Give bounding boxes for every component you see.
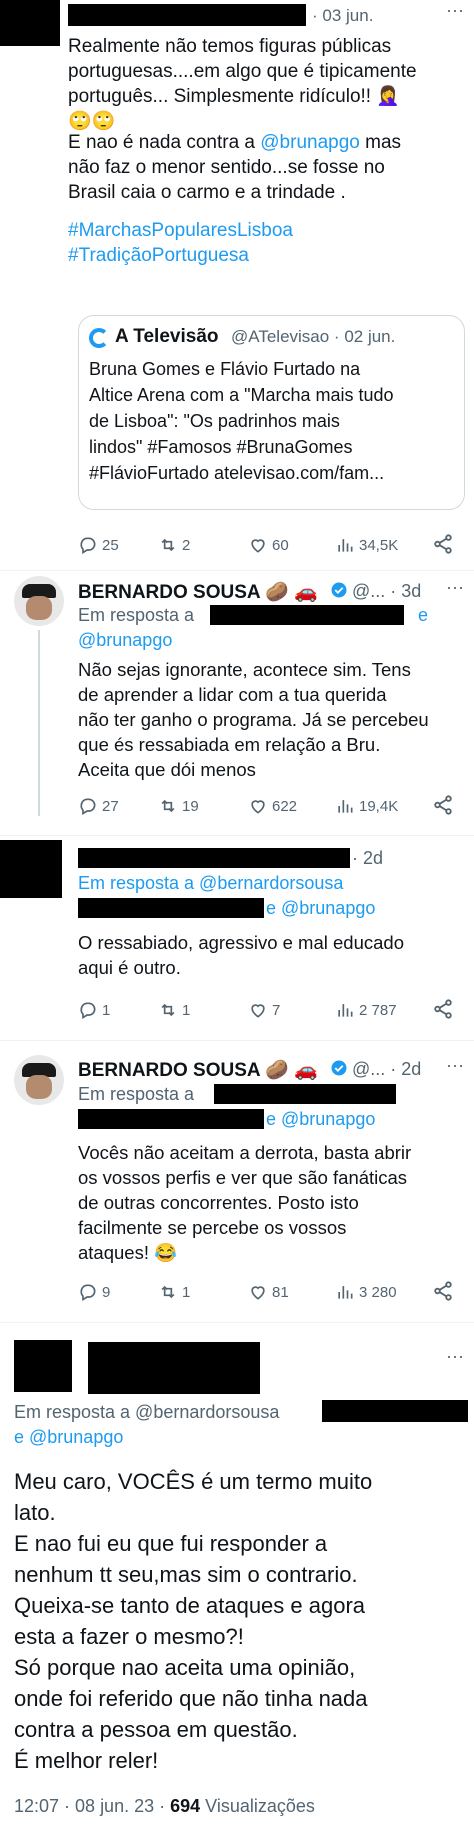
like-button[interactable]: 60 [248,531,289,559]
verified-badge-icon [331,1060,347,1076]
views-chart-icon [338,1004,353,1017]
reply-to-label: Em resposta a [78,605,195,625]
retweet-button[interactable]: 1 [158,1278,190,1306]
mention-link[interactable]: @brunapgo [78,630,172,651]
heart-icon [251,1286,265,1300]
user-handle-date: @... · 2d [352,1059,422,1079]
like-button[interactable]: 7 [248,996,280,1024]
like-button[interactable]: 81 [248,1278,289,1306]
share-icon[interactable] [432,1280,454,1302]
verified-badge-icon [331,582,347,598]
quote-text: Bruna Gomes e Flávio Furtado na Altice A… [89,359,394,483]
tweet-actions: 9 1 81 3 280 [0,1278,474,1306]
redacted-username [78,898,264,918]
avatar-redacted[interactable] [0,0,60,46]
retweet-button[interactable]: 19 [158,792,199,820]
quote-handle-date: @ATelevisao · 02 jun. [231,327,396,346]
redacted-username [78,1109,264,1129]
redacted-display-name [88,1342,260,1394]
hashtag-link[interactable]: #MarchasPopularesLisboa [68,220,293,242]
user-handle-date: @... · 3d [352,581,422,601]
quoted-tweet-card[interactable]: A Televisão @ATelevisao · 02 jun. Bruna … [78,315,465,510]
tweet-date: · 03 jun. [312,6,374,25]
reply-icon [80,798,96,815]
tweet-text-2: E nao é nada contra a @brunapgo mas não … [68,132,402,203]
retweet-button[interactable]: 2 [158,531,190,559]
tweet-actions: 27 19 622 19,4K [0,792,474,820]
share-icon[interactable] [432,794,454,816]
reply-icon [80,1002,96,1019]
avatar-face [26,1075,52,1099]
retweet-icon [161,1285,175,1299]
share-icon[interactable] [432,533,454,555]
hashtag-link[interactable]: #TradiçãoPortuguesa [68,245,249,267]
reply-to-e: e [418,605,429,625]
reply-button[interactable]: 25 [78,531,119,559]
user-display-name[interactable]: BERNARDO SOUSA 🥔 🚗 [78,1058,318,1082]
views-button[interactable]: 34,5K [335,531,398,559]
views-button[interactable]: 3 280 [335,1278,397,1306]
redacted-username [78,848,350,868]
thread-line [38,630,40,816]
retweet-button[interactable]: 1 [158,996,190,1024]
more-options-icon[interactable]: ··· [446,577,464,598]
retweet-icon [161,538,175,552]
avatar-bernardo[interactable] [14,1055,64,1105]
reply-to-line2[interactable]: e @brunapgo [266,1109,375,1130]
heart-icon [251,1004,265,1018]
reply-button[interactable]: 9 [78,1278,110,1306]
atelevisao-logo-icon [89,328,109,348]
divider [0,835,474,836]
retweet-icon [161,799,175,813]
reply-to-line2[interactable]: e @brunapgo [266,898,375,919]
tweet-timestamp-views: 12:07 · 08 jun. 23 · 694 Visualizações [14,1796,315,1816]
avatar-bernardo[interactable] [14,576,64,626]
reply-to-label[interactable]: Em resposta a @bernardorsousa [78,873,343,894]
tweet-date: · 2d [352,848,384,868]
tweet-text: Meu caro, VOCÊS é um termo muito lato. E… [14,1469,373,1773]
reply-icon [80,1284,96,1301]
redacted-username [210,605,404,625]
heart-icon [251,539,265,553]
views-chart-icon [338,1286,353,1299]
redacted-username [68,4,306,26]
share-icon[interactable] [432,998,454,1020]
more-options-icon[interactable]: ··· [446,1055,464,1076]
reply-button[interactable]: 27 [78,792,119,820]
retweet-icon [161,1003,175,1017]
heart-icon [251,800,265,814]
views-chart-icon [338,539,353,552]
avatar-redacted[interactable] [0,840,62,898]
tweet-text: Realmente não temos figuras públicas por… [68,36,417,132]
divider [0,1040,474,1041]
redacted-username [322,1400,468,1422]
views-button[interactable]: 2 787 [335,996,397,1024]
views-count: 694 [170,1796,201,1816]
tweet-actions: 1 1 7 2 787 [0,996,474,1024]
user-display-name[interactable]: BERNARDO SOUSA 🥔 🚗 [78,580,318,604]
mention-link[interactable]: @brunapgo [260,132,360,153]
reply-to-label: Em resposta a [78,1084,195,1104]
tweet-text: O ressabiado, agressivo e mal educado aq… [78,932,404,978]
reply-button[interactable]: 1 [78,996,110,1024]
tweet-text: Vocês não aceitam a derrota, basta abrir… [78,1142,412,1263]
reply-icon [80,537,96,554]
quote-account-name: A Televisão [115,326,219,347]
reply-to-line2[interactable]: e @brunapgo [14,1427,123,1448]
divider [0,570,474,571]
more-options-icon[interactable]: ··· [446,1346,464,1367]
reply-to-label[interactable]: Em resposta a @bernardorsousa [14,1402,279,1423]
avatar-redacted[interactable] [14,1340,72,1392]
views-button[interactable]: 19,4K [335,792,398,820]
divider [0,1322,474,1323]
tweet-text: Não sejas ignorante, acontece sim. Tens … [78,659,429,780]
like-button[interactable]: 622 [248,792,297,820]
tweet-actions: 25 2 60 34,5K [0,531,474,559]
redacted-username [214,1084,396,1104]
more-options-icon[interactable]: ··· [446,0,464,21]
views-chart-icon [338,800,353,813]
avatar-face [26,596,52,620]
